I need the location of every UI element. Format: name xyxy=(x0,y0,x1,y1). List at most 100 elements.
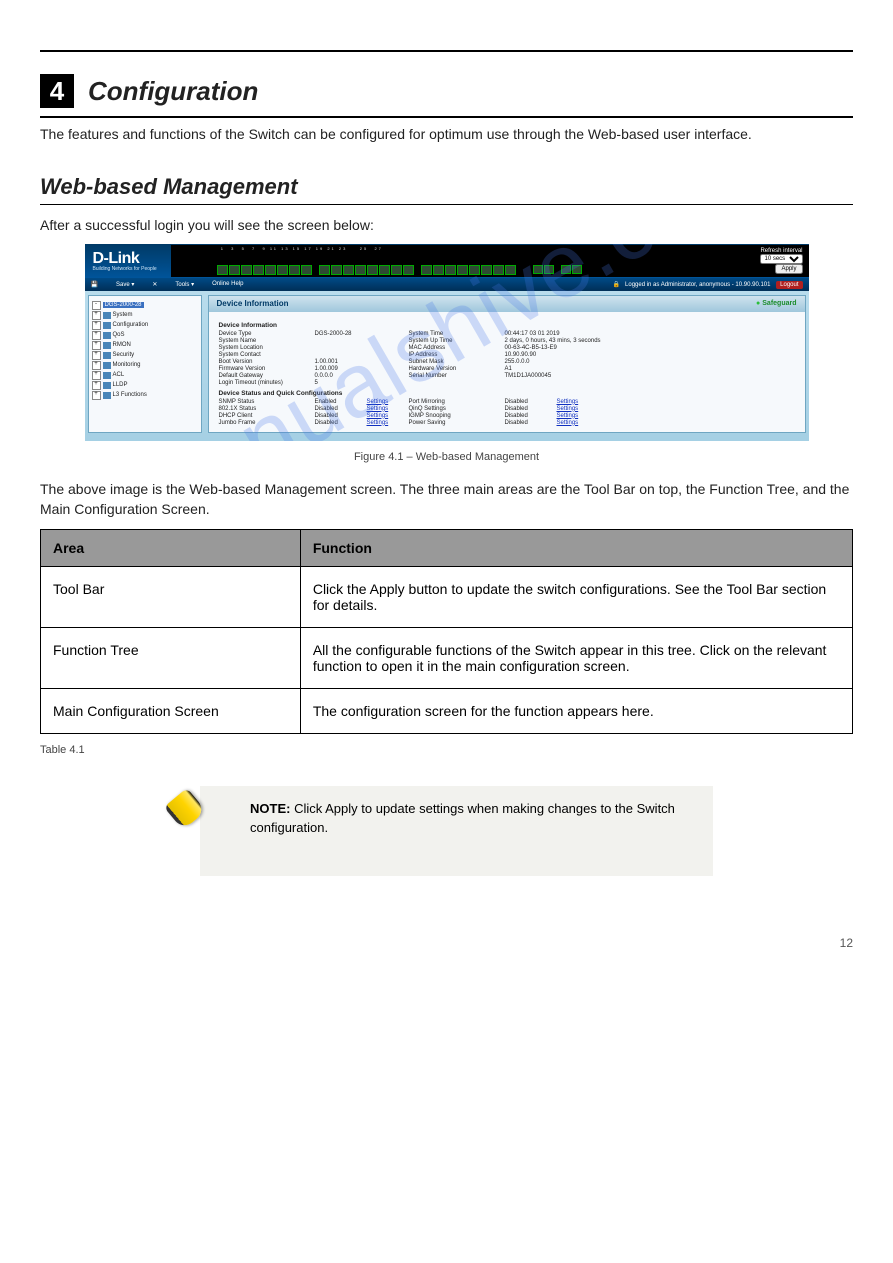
dev-info-value: 0.0.0.0 xyxy=(315,373,409,379)
chapter-title: Configuration xyxy=(88,76,258,107)
dsq-value: Disabled xyxy=(505,413,557,419)
dsq-label: Power Saving xyxy=(409,420,505,426)
settings-link[interactable]: Settings xyxy=(557,413,599,419)
tree-item-system[interactable]: +System xyxy=(92,311,198,320)
tree-item-rmon[interactable]: +RMON xyxy=(92,341,198,350)
settings-link[interactable]: Settings xyxy=(557,420,599,426)
dev-info-label: System Location xyxy=(219,345,315,351)
section-title: Web-based Management xyxy=(40,174,853,200)
dev-info-value: 00-63-4C-B5-13-E9 xyxy=(505,345,615,351)
drive-icon: ✕ xyxy=(152,281,157,288)
dev-info-label xyxy=(409,380,505,386)
dev-info-label: Subnet Mask xyxy=(409,359,505,365)
dsq-value: Disabled xyxy=(505,399,557,405)
settings-link[interactable]: Settings xyxy=(367,420,409,426)
table-row: Main Configuration Screen The configurat… xyxy=(41,689,853,734)
settings-link[interactable]: Settings xyxy=(367,406,409,412)
dev-info-value xyxy=(315,345,409,351)
safeguard-badge: Safeguard xyxy=(756,300,796,307)
dev-info-value: TM1D1JA000045 xyxy=(505,373,615,379)
settings-link[interactable]: Settings xyxy=(557,406,599,412)
tree-item-qos[interactable]: +QoS xyxy=(92,331,198,340)
dev-info-label: Default Gateway xyxy=(219,373,315,379)
menu-online-help[interactable]: Online Help xyxy=(212,281,243,287)
dev-info-label: Device Type xyxy=(219,331,315,337)
dev-info-label: Serial Number xyxy=(409,373,505,379)
chapter-header: 4 Configuration xyxy=(40,62,853,118)
dsq-label: Jumbo Frame xyxy=(219,420,315,426)
tree-item-security[interactable]: +Security xyxy=(92,351,198,360)
dsq-value: Disabled xyxy=(315,413,367,419)
dev-info-value xyxy=(505,380,615,386)
table-row: Tool Bar Click the Apply button to updat… xyxy=(41,567,853,628)
tree-item-l3[interactable]: +L3 Functions xyxy=(92,391,198,400)
refresh-interval-box: Refresh interval 10 secs Apply xyxy=(760,248,803,274)
dsq-value: Disabled xyxy=(315,406,367,412)
dev-info-label: Firmware Version xyxy=(219,366,315,372)
table-row: Function Tree All the configurable funct… xyxy=(41,628,853,689)
dev-info-value: 10.90.90.90 xyxy=(505,352,615,358)
note-text: Click Apply to update settings when maki… xyxy=(250,801,675,835)
dev-info-label: IP Address xyxy=(409,352,505,358)
pen-icon xyxy=(164,788,206,830)
function-tree[interactable]: -DGS-2000-28 +System +Configuration +QoS… xyxy=(88,295,202,433)
login-status: 🔒 Logged in as Administrator, anonymous … xyxy=(613,281,803,288)
menu-tools[interactable]: Tools ▾ xyxy=(175,281,194,288)
chapter-number: 4 xyxy=(40,74,74,108)
dev-info-label: Hardware Version xyxy=(409,366,505,372)
figure-caption: Figure 4.1 – Web-based Management xyxy=(40,451,853,463)
dev-info-value: 1.00.001 xyxy=(315,359,409,365)
dev-info-label: System Up Time xyxy=(409,338,505,344)
tree-item-configuration[interactable]: +Configuration xyxy=(92,321,198,330)
settings-link[interactable]: Settings xyxy=(557,399,599,405)
dev-info-value: 5 xyxy=(315,380,409,386)
section-dsq: Device Status and Quick Configurations xyxy=(219,390,795,397)
dsq-value: Enabled xyxy=(315,399,367,405)
apply-refresh-button[interactable]: Apply xyxy=(775,264,802,274)
dev-info-label: Login Timeout (minutes) xyxy=(219,380,315,386)
dev-info-value: 00:44:17 03 01 2019 xyxy=(505,331,615,337)
note-box: NOTE: Click Apply to update settings whe… xyxy=(200,786,713,876)
dsq-label: 802.1X Status xyxy=(219,406,315,412)
dev-info-label: System Contact xyxy=(219,352,315,358)
settings-link[interactable]: Settings xyxy=(367,413,409,419)
dev-info-label: Boot Version xyxy=(219,359,315,365)
note-label: NOTE: xyxy=(250,801,290,816)
logout-button[interactable]: Logout xyxy=(776,281,802,289)
menu-save[interactable]: Save ▾ xyxy=(116,281,134,288)
refresh-interval-select[interactable]: 10 secs xyxy=(760,254,803,264)
settings-link[interactable]: Settings xyxy=(367,399,409,405)
dev-info-label: MAC Address xyxy=(409,345,505,351)
dev-info-label: System Time xyxy=(409,331,505,337)
areas-intro: The above image is the Web-based Managem… xyxy=(40,479,853,520)
dsq-value: Disabled xyxy=(315,420,367,426)
dev-info-value xyxy=(315,352,409,358)
page-number: 12 xyxy=(40,936,853,950)
dsq-label: DHCP Client xyxy=(219,413,315,419)
tree-item-lldp[interactable]: +LLDP xyxy=(92,381,198,390)
tree-item-acl[interactable]: +ACL xyxy=(92,371,198,380)
lock-icon: 🔒 xyxy=(613,282,620,288)
dsq-label: IGMP Snooping xyxy=(409,413,505,419)
dsq-value: Disabled xyxy=(505,406,557,412)
table-caption: Table 4.1 xyxy=(40,744,853,756)
section-device-info: Device Information xyxy=(219,322,795,329)
dev-info-value xyxy=(315,338,409,344)
dsq-label: SNMP Status xyxy=(219,399,315,405)
floppy-icon: 💾 xyxy=(91,281,98,288)
dsq-label: QinQ Settings xyxy=(409,406,505,412)
dsq-value: Disabled xyxy=(505,420,557,426)
tree-root[interactable]: -DGS-2000-28 xyxy=(92,301,198,310)
dev-info-value: 2 days, 0 hours, 43 mins, 3 seconds xyxy=(505,338,615,344)
panel-title: Device Information xyxy=(217,299,289,308)
dsq-label: Port Mirroring xyxy=(409,399,505,405)
dev-info-value: DGS-2000-28 xyxy=(315,331,409,337)
brand-logo: D-Link Building Networks for People xyxy=(85,250,157,272)
dev-info-label: System Name xyxy=(219,338,315,344)
device-panel-graphic: 1 3 5 7 9 11 13 15 17 19 21 23 25 27 xyxy=(171,245,809,277)
tree-item-monitoring[interactable]: +Monitoring xyxy=(92,361,198,370)
main-config-screen: Device Information Safeguard Device Info… xyxy=(208,295,806,433)
intro-paragraph: The features and functions of the Switch… xyxy=(40,124,853,144)
areas-table-header-area: Area xyxy=(41,530,301,567)
embedded-screenshot: manualshive.com D-Link Building Networks… xyxy=(85,244,809,441)
